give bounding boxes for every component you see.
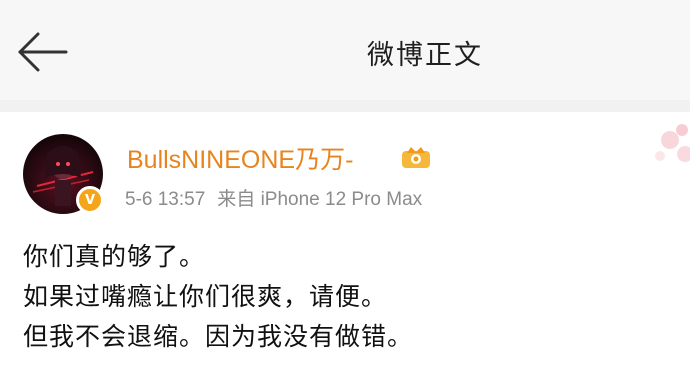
post-source: 来自 iPhone 12 Pro Max	[217, 189, 423, 210]
post-content-line: 但我不会退缩。因为我没有做错。	[23, 322, 414, 351]
page-title: 微博正文	[367, 40, 483, 71]
post-card: V BullsNINEONE乃万- 5-6 13:57 来自 iPhone 12 …	[0, 112, 690, 384]
decorative-petals	[655, 124, 690, 162]
post-content-line: 你们真的够了。	[23, 242, 206, 271]
post-meta: 5-6 13:57 来自 iPhone 12 Pro Max	[125, 184, 422, 211]
post-content-line: 如果过嘴瘾让你们很爽，请便。	[23, 282, 388, 311]
member-crown-icon	[402, 147, 430, 168]
section-divider	[0, 100, 690, 112]
post-content: 你们真的够了。 如果过嘴瘾让你们很爽，请便。 但我不会退缩。因为我没有做错。	[23, 237, 413, 357]
verified-badge: V	[76, 186, 104, 214]
post-timestamp: 5-6 13:57	[125, 189, 206, 210]
avatar[interactable]: V	[23, 134, 104, 214]
top-navigation-bar: 微博正文	[0, 0, 690, 100]
username[interactable]: BullsNINEONE乃万-	[127, 140, 353, 176]
